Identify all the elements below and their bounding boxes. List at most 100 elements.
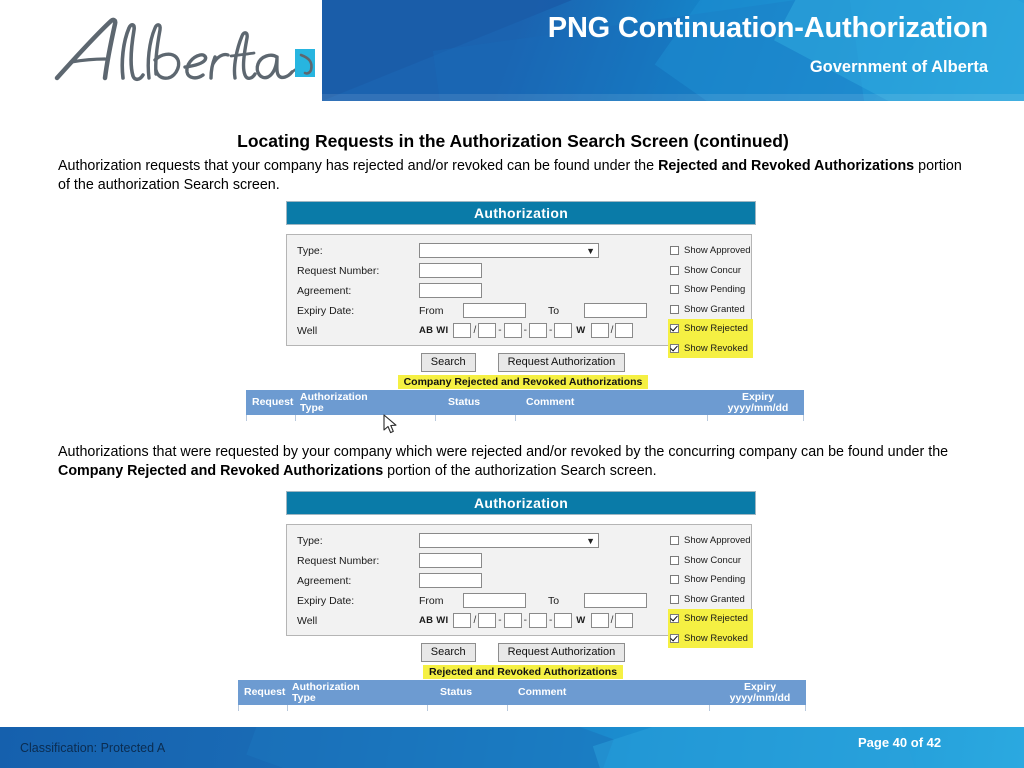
results-grid-header-2: Request Authorization Type Status Commen…: [238, 680, 806, 705]
search-button-1[interactable]: Search: [420, 353, 476, 372]
table-caption-1: Company Rejected and Revoked Authorizati…: [286, 375, 760, 389]
well-input-2-3[interactable]: [503, 613, 522, 628]
well-sep-dash-1a: -: [498, 325, 502, 336]
expiry-from-input-1[interactable]: [463, 303, 526, 318]
well-input-1-6[interactable]: [590, 323, 609, 338]
checkbox-icon-approved-1: [670, 246, 679, 256]
label-request-number-2: Request Number:: [297, 554, 380, 567]
request-authorization-button-2[interactable]: Request Authorization: [497, 643, 626, 662]
label-agreement-2: Agreement:: [297, 574, 352, 587]
well-input-1-1[interactable]: [453, 323, 472, 338]
well-sep-slash-2: /: [473, 615, 477, 626]
well-input-2-1[interactable]: [453, 613, 472, 628]
checkbox-show-approved-1[interactable]: Show Approved: [668, 241, 753, 261]
checkbox-show-rejected-2[interactable]: Show Rejected: [668, 609, 753, 629]
column-header-expiry-line2-2: yyyy/mm/dd: [729, 691, 791, 704]
label-to-1: To: [548, 304, 560, 317]
checkbox-show-pending-2[interactable]: Show Pending: [668, 570, 753, 590]
well-input-1-5[interactable]: [554, 323, 573, 338]
column-header-comment-2[interactable]: Comment: [506, 680, 708, 705]
column-header-status-1[interactable]: Status: [434, 390, 514, 415]
column-header-request-1[interactable]: Request: [246, 390, 294, 415]
grid-divider-1c: [515, 415, 516, 421]
type-select-2[interactable]: ▼: [419, 533, 599, 548]
column-header-authorization-type-1[interactable]: Authorization Type: [294, 390, 434, 415]
checkbox-show-pending-1[interactable]: Show Pending: [668, 280, 753, 300]
classification-label: Classification: Protected A: [20, 741, 166, 755]
type-select-1[interactable]: ▼: [419, 243, 599, 258]
well-sep-slash-1b: /: [610, 325, 614, 336]
checkbox-icon-granted-1: [670, 304, 679, 314]
label-agreement-1: Agreement:: [297, 284, 352, 297]
label-well-2: Well: [297, 614, 318, 627]
results-grid-1: Request Authorization Type Status Commen…: [246, 390, 804, 421]
status-filter-checkboxes-2: Show Approved Show Concur Show Pending S…: [668, 531, 753, 648]
request-number-input-2[interactable]: [419, 553, 482, 568]
checkbox-icon-granted-2: [670, 594, 679, 604]
checkbox-show-granted-2[interactable]: Show Granted: [668, 590, 753, 610]
checkbox-label-pending-1: Show Pending: [684, 284, 746, 296]
column-header-expiry-2[interactable]: Expiry yyyy/mm/dd: [708, 680, 806, 705]
well-sep-dash-1c: -: [548, 325, 553, 336]
label-type-1: Type:: [297, 244, 323, 257]
request-number-input-1[interactable]: [419, 263, 482, 278]
auth-panel-title-2: Authorization: [286, 491, 756, 515]
footer-facet-1: [246, 727, 614, 768]
request-authorization-button-1[interactable]: Request Authorization: [497, 353, 626, 372]
checkbox-label-revoked-1: Show Revoked: [684, 342, 748, 354]
column-header-expiry-line1-1: Expiry: [741, 390, 775, 403]
checkbox-show-approved-2[interactable]: Show Approved: [668, 531, 753, 551]
well-input-2-6[interactable]: [590, 613, 609, 628]
well-input-1-7[interactable]: [615, 323, 634, 338]
checkbox-show-revoked-1[interactable]: Show Revoked: [668, 338, 753, 358]
results-grid-body-1: [246, 415, 804, 421]
banner-title: PNG Continuation-Authorization: [547, 12, 988, 44]
well-input-2-4[interactable]: [528, 613, 547, 628]
checkbox-show-concur-2[interactable]: Show Concur: [668, 551, 753, 571]
column-header-authorization-type-2[interactable]: Authorization Type: [286, 680, 426, 705]
checkbox-label-pending-2: Show Pending: [684, 574, 746, 586]
label-w-2: W: [576, 615, 586, 626]
agreement-input-2[interactable]: [419, 573, 482, 588]
table-caption-2: Rejected and Revoked Authorizations: [286, 665, 760, 679]
label-ab-wi-1: AB WI: [419, 325, 449, 336]
checkbox-show-concur-1[interactable]: Show Concur: [668, 261, 753, 281]
checkbox-show-rejected-1[interactable]: Show Rejected: [668, 319, 753, 339]
banner-bottom-strip: [322, 94, 1024, 101]
checkbox-show-revoked-2[interactable]: Show Revoked: [668, 628, 753, 648]
grid-divider-2b: [427, 705, 428, 711]
column-header-request-2[interactable]: Request: [238, 680, 286, 705]
paragraph-2-bold: Company Rejected and Revoked Authorizati…: [58, 463, 384, 479]
well-input-2-5[interactable]: [554, 613, 573, 628]
checkbox-show-granted-1[interactable]: Show Granted: [668, 300, 753, 320]
column-header-expiry-line1-2: Expiry: [743, 680, 777, 693]
results-grid-2: Request Authorization Type Status Commen…: [238, 680, 806, 711]
well-sep-dash-2c: -: [548, 615, 553, 626]
well-input-2-7[interactable]: [615, 613, 634, 628]
checkbox-icon-pending-2: [670, 575, 679, 585]
column-header-expiry-line2-1: yyyy/mm/dd: [727, 401, 789, 414]
search-button-2[interactable]: Search: [420, 643, 476, 662]
paragraph-2: Authorizations that were requested by yo…: [58, 443, 974, 481]
column-header-status-2[interactable]: Status: [426, 680, 506, 705]
column-header-comment-1[interactable]: Comment: [514, 390, 706, 415]
well-input-1-3[interactable]: [503, 323, 522, 338]
well-input-2-2[interactable]: [478, 613, 497, 628]
column-header-expiry-1[interactable]: Expiry yyyy/mm/dd: [706, 390, 804, 415]
expiry-from-input-2[interactable]: [463, 593, 526, 608]
expiry-to-input-1[interactable]: [584, 303, 647, 318]
grid-divider-1d: [707, 415, 708, 421]
checkbox-icon-rejected-1: [670, 324, 679, 334]
checkbox-label-granted-2: Show Granted: [684, 593, 745, 605]
checkbox-label-rejected-1: Show Rejected: [684, 323, 748, 335]
banner-subtitle: Government of Alberta: [809, 58, 988, 76]
well-input-1-2[interactable]: [478, 323, 497, 338]
table-caption-text-2: Rejected and Revoked Authorizations: [422, 665, 624, 679]
expiry-to-input-2[interactable]: [584, 593, 647, 608]
grid-divider-1a: [295, 415, 296, 421]
authorization-search-screenshot-2: Authorization Type: ▼ Request Number: Ag…: [238, 491, 806, 711]
label-request-number-1: Request Number:: [297, 264, 380, 277]
well-input-1-4[interactable]: [528, 323, 547, 338]
agreement-input-1[interactable]: [419, 283, 482, 298]
checkbox-icon-revoked-2: [670, 633, 679, 643]
